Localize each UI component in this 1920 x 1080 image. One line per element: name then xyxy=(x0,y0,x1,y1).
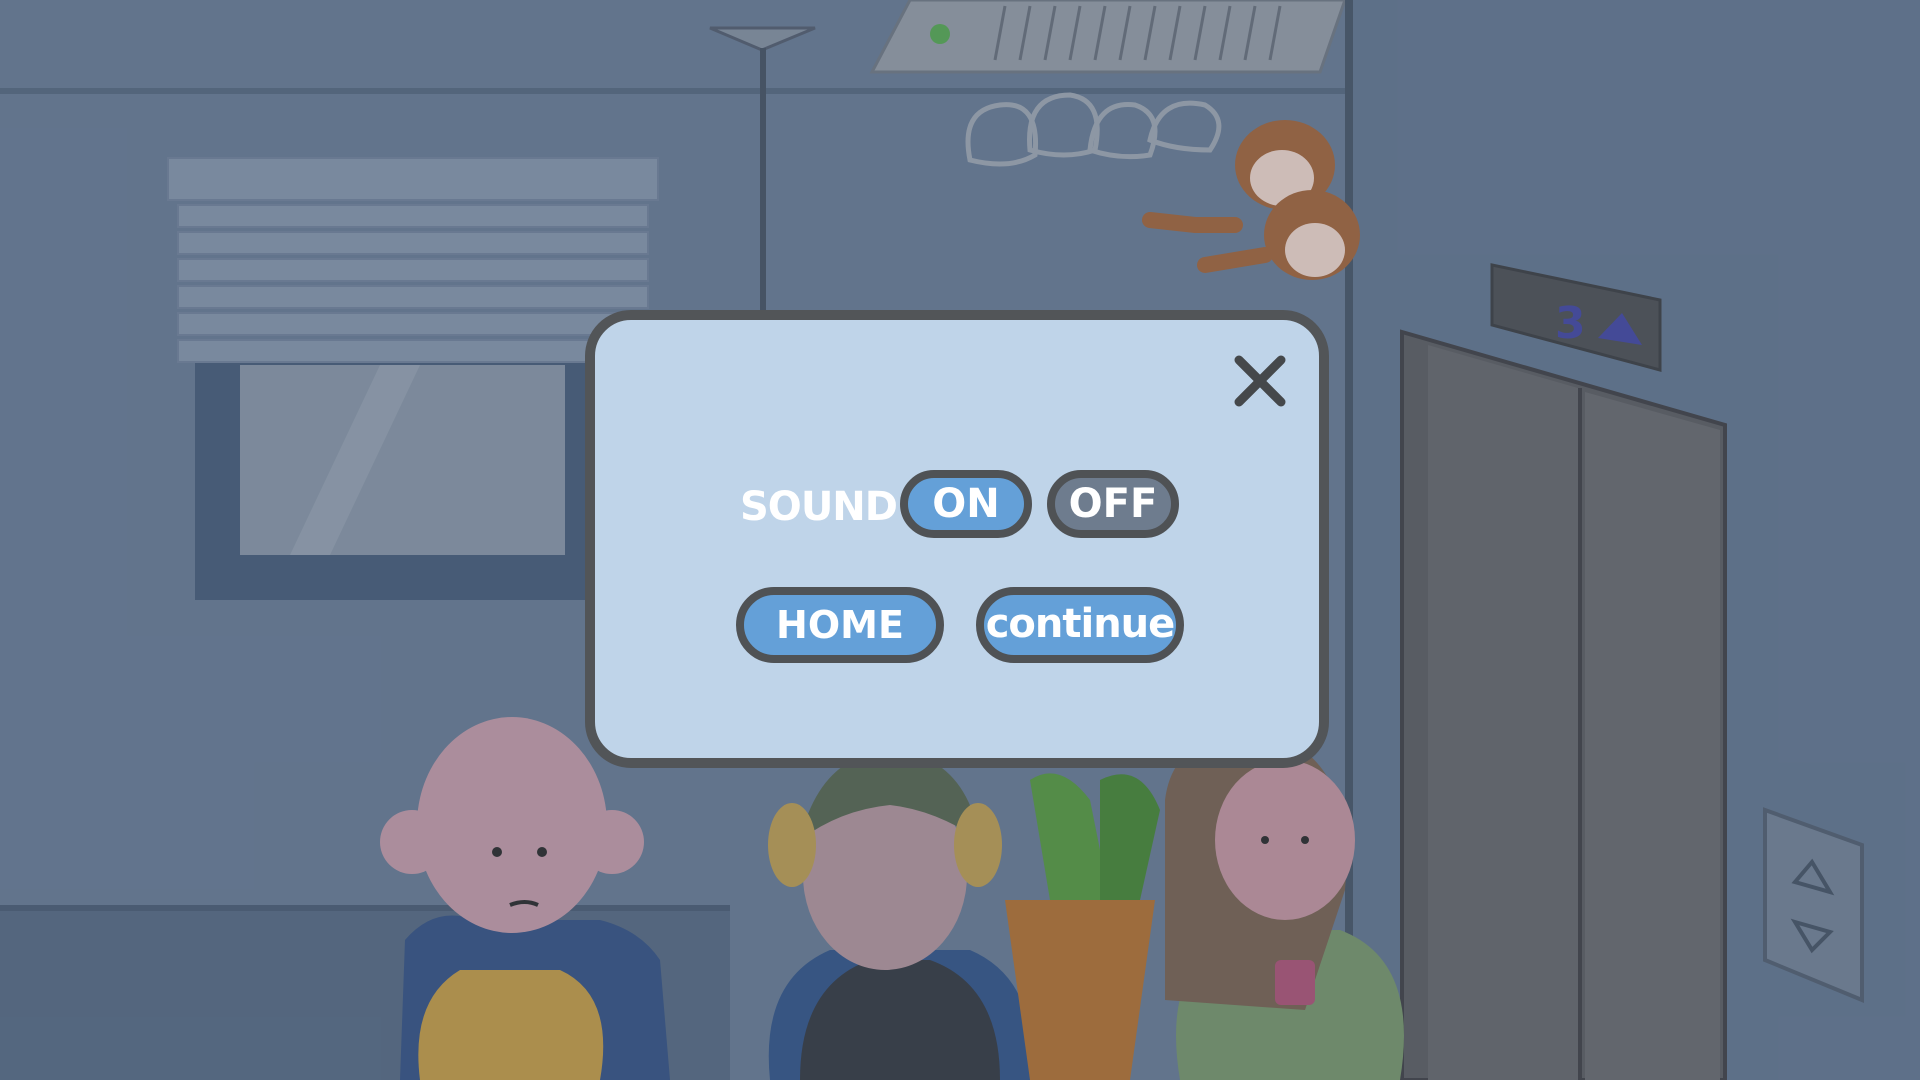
floor-number: 3 xyxy=(1555,298,1586,349)
sound-on-button[interactable]: ON xyxy=(900,470,1032,538)
ceiling-vent xyxy=(869,0,1347,74)
continue-button[interactable]: continue xyxy=(976,587,1184,663)
elevator xyxy=(1400,329,1727,1080)
close-button[interactable] xyxy=(1233,354,1287,408)
home-button[interactable]: HOME xyxy=(736,587,944,663)
settings-dialog: SOUND ON OFF HOME continue xyxy=(585,310,1329,768)
sound-label: SOUND xyxy=(740,484,898,530)
close-icon xyxy=(1234,355,1286,407)
sound-off-button[interactable]: OFF xyxy=(1047,470,1179,538)
